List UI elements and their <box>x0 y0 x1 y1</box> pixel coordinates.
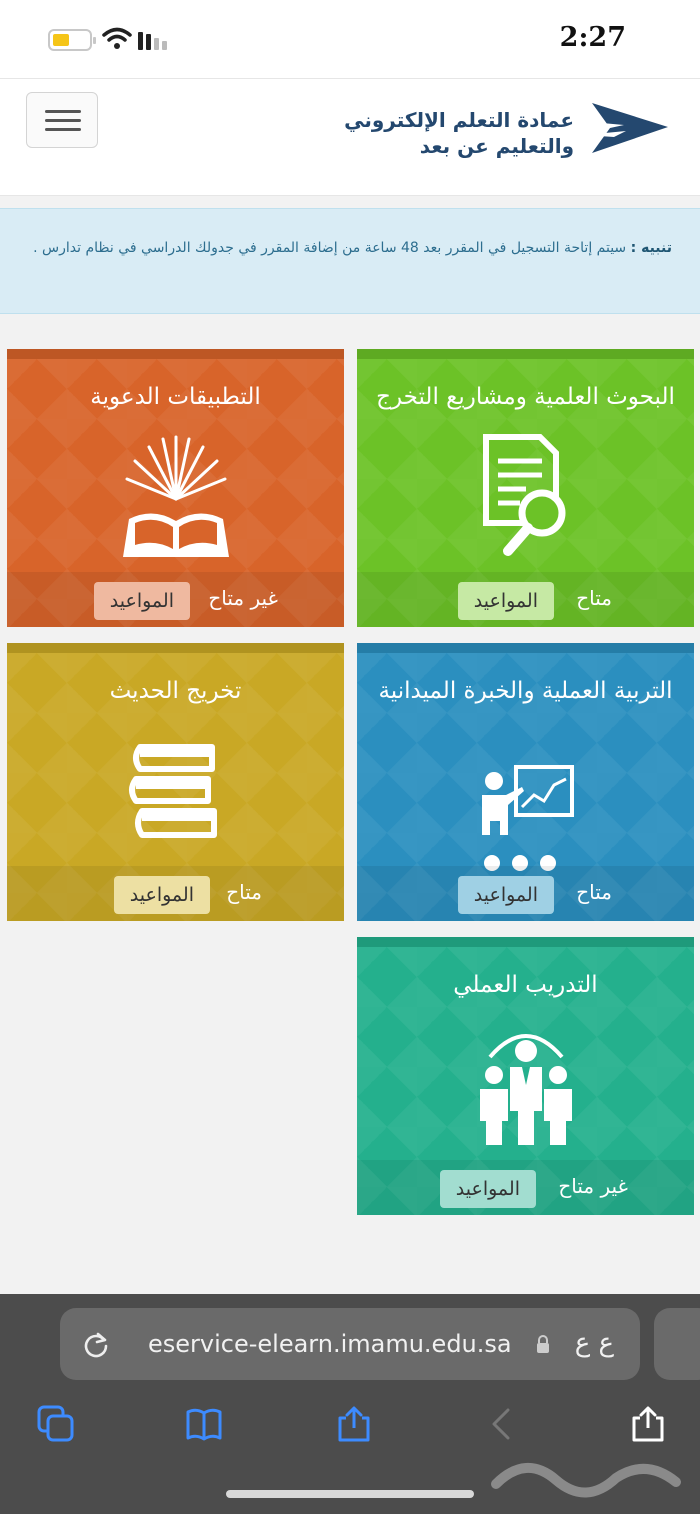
appointments-button[interactable]: المواعيد <box>93 582 190 620</box>
wifi-icon <box>102 27 132 49</box>
tile-footer: متاح المواعيد <box>7 866 344 921</box>
tile-practical-training[interactable]: التدريب العملي غير متاح المواعيد <box>357 937 694 1215</box>
team-training-icon <box>479 1034 572 1145</box>
logo-line-2: والتعليم عن بعد <box>419 134 574 158</box>
tile-dawah-applications[interactable]: التطبيقات الدعوية غير متاح المواعيد <box>7 349 344 627</box>
signal-icon <box>138 32 167 50</box>
tile-footer: غير متاح المواعيد <box>357 1160 694 1215</box>
tile-status: غير متاح <box>558 1174 628 1198</box>
teacher-board-icon <box>481 765 574 871</box>
logo-icon[interactable] <box>580 101 670 157</box>
watermark-logo <box>491 1462 681 1498</box>
lock-icon <box>537 1335 549 1353</box>
site-logo-text[interactable]: عمادة التعلم الإلكتروني والتعليم عن بعد <box>344 107 574 159</box>
tile-hadith-takhreej[interactable]: تخريج الحديث متاح المواعيد <box>7 643 344 921</box>
next-tab-preview[interactable] <box>654 1308 700 1380</box>
status-time: 2:27 <box>559 22 626 53</box>
appointments-button[interactable]: المواعيد <box>457 582 554 620</box>
menu-button[interactable] <box>26 92 98 148</box>
back-icon[interactable] <box>482 1404 522 1444</box>
alert-message: سيتم إتاحة التسجيل في المقرر بعد 48 ساعة… <box>33 240 627 256</box>
books-stack-icon <box>128 744 217 838</box>
tile-status: متاح <box>226 880 262 904</box>
tile-title: تخريج الحديث <box>109 678 242 704</box>
battery-icon <box>48 29 96 51</box>
tile-status: متاح <box>576 880 612 904</box>
alert-label: تنبيه : <box>630 240 672 256</box>
tile-title: التدريب العملي <box>453 972 598 998</box>
url-text: eservice-elearn.imamu.edu.sa <box>148 1330 512 1358</box>
tile-status: غير متاح <box>208 586 278 610</box>
tabs-icon[interactable] <box>36 1404 76 1444</box>
reload-icon[interactable] <box>82 1330 110 1358</box>
share-alt-icon[interactable] <box>628 1404 668 1444</box>
tile-field-experience[interactable]: التربية العملية والخبرة الميدانية متاح ا… <box>357 643 694 921</box>
text-size-button[interactable]: ع ع <box>575 1328 614 1358</box>
appointments-button[interactable]: المواعيد <box>457 876 554 914</box>
tile-title: التربية العملية والخبرة الميدانية <box>378 678 673 704</box>
tile-footer: متاح المواعيد <box>357 866 694 921</box>
tile-title: البحوث العلمية ومشاريع التخرج <box>376 384 675 410</box>
tile-footer: متاح المواعيد <box>357 572 694 627</box>
research-search-icon <box>482 434 565 556</box>
site-header: عمادة التعلم الإلكتروني والتعليم عن بعد <box>0 78 700 196</box>
share-icon[interactable] <box>334 1404 374 1444</box>
logo-line-1: عمادة التعلم الإلكتروني <box>344 108 574 132</box>
appointments-button[interactable]: المواعيد <box>113 876 210 914</box>
tile-status: متاح <box>576 586 612 610</box>
browser-toolbar: eservice-elearn.imamu.edu.sa ع ع <box>0 1294 700 1514</box>
appointments-button[interactable]: المواعيد <box>439 1170 536 1208</box>
tile-title: التطبيقات الدعوية <box>90 384 261 410</box>
tile-footer: غير متاح المواعيد <box>7 572 344 627</box>
open-book-icon <box>122 435 229 557</box>
alert-notice: تنبيه : سيتم إتاحة التسجيل في المقرر بعد… <box>0 208 700 314</box>
status-bar: 2:27 <box>0 0 700 78</box>
bookmarks-icon[interactable] <box>184 1404 224 1444</box>
url-bar[interactable]: eservice-elearn.imamu.edu.sa ع ع <box>60 1308 640 1380</box>
home-indicator <box>226 1490 474 1498</box>
tile-research-projects[interactable]: البحوث العلمية ومشاريع التخرج متاح الموا… <box>357 349 694 627</box>
